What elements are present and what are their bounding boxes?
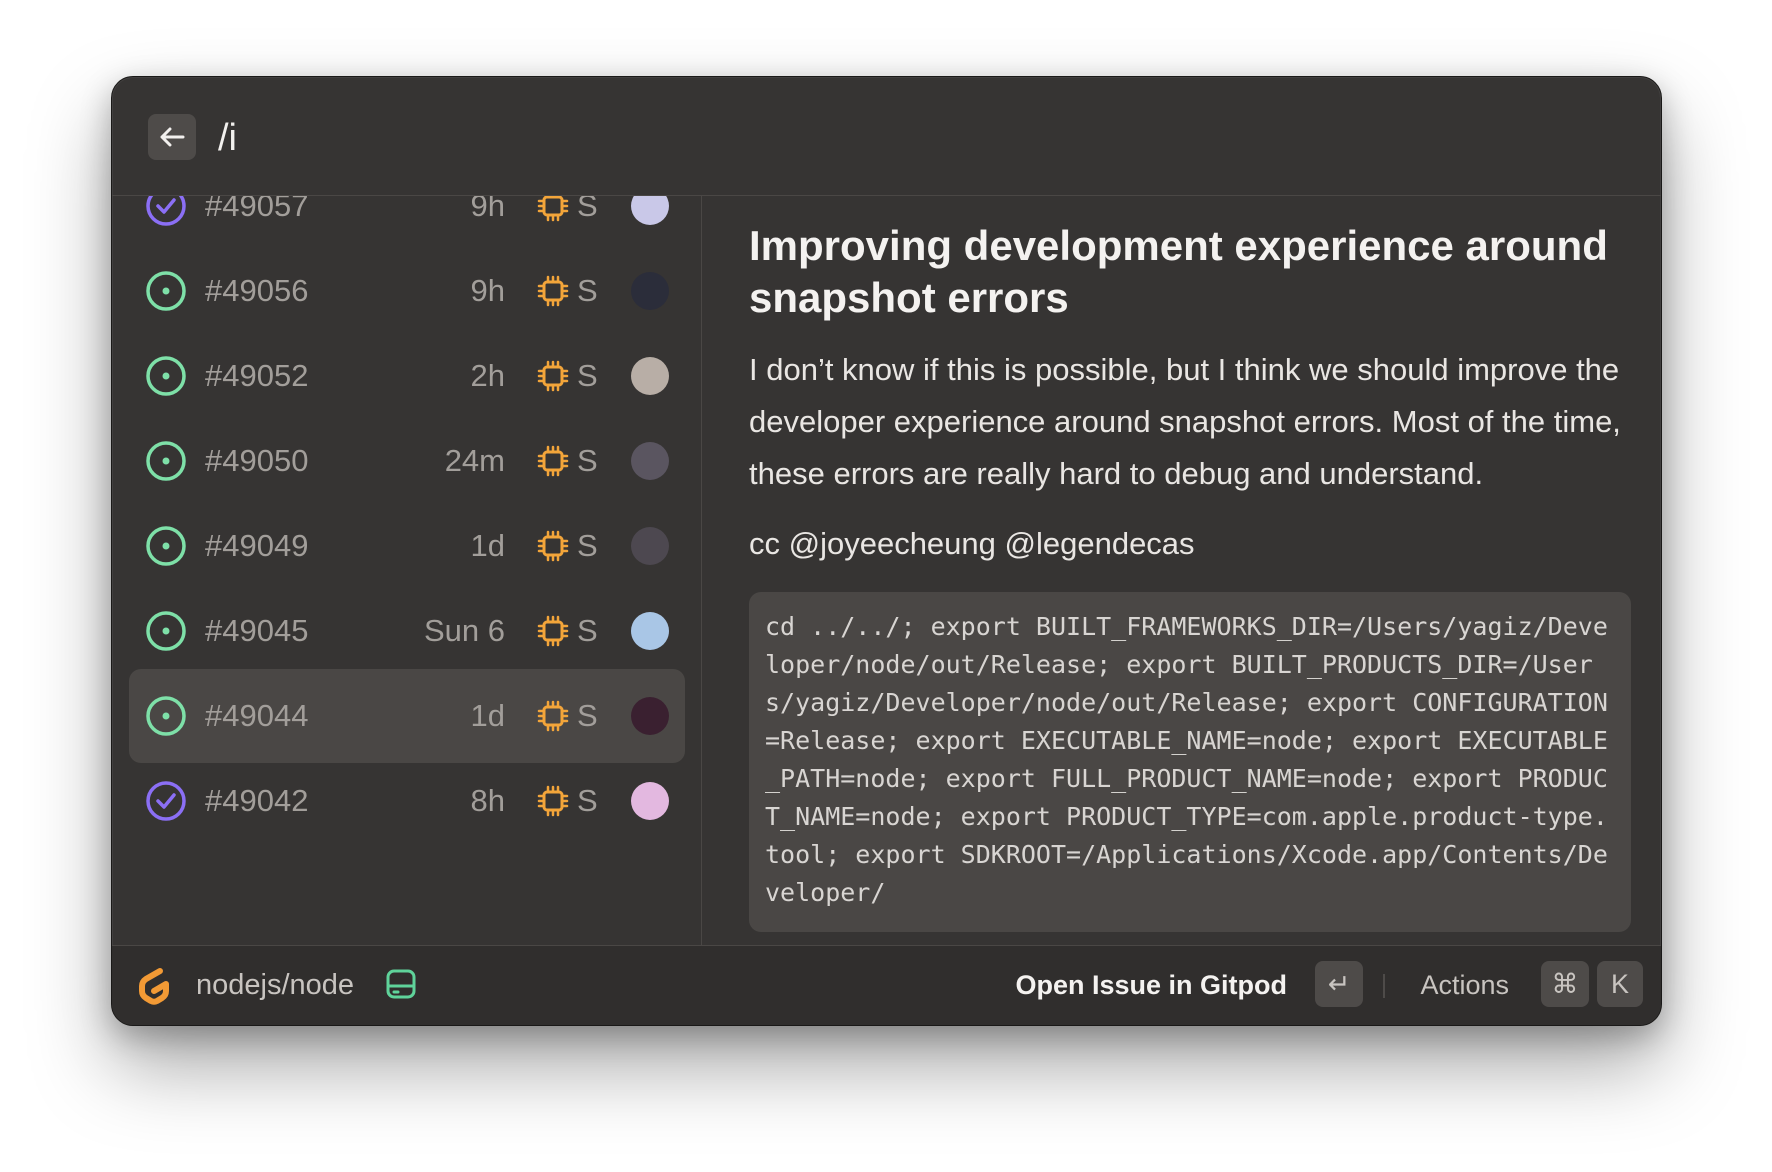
issue-open-icon [146,356,186,396]
issue-time: 1d [470,528,505,563]
issue-open-icon [146,441,186,481]
enter-key-hint: ↵ [1315,961,1363,1007]
issue-number: #49042 [205,783,309,818]
issue-open-icon [146,526,186,566]
search-bar [112,77,1661,196]
issue-row[interactable]: #49052 2h S [129,329,685,423]
issue-number: #49052 [205,358,309,393]
issue-number: #49045 [205,613,309,648]
cpu-chip-icon [537,785,569,817]
issue-number: #49049 [205,528,309,563]
issue-row[interactable]: #49042 8h S [129,754,685,848]
issue-size: S [577,698,598,733]
issue-title: Improving development experience around … [749,222,1608,321]
cpu-chip-icon [537,445,569,477]
avatar [631,697,669,735]
issue-row[interactable]: #49050 24m S [129,414,685,508]
cpu-chip-icon [537,530,569,562]
footer-divider [1383,974,1385,998]
issue-cc: cc @joyeecheung @legendecas [749,526,1195,561]
issue-time: 8h [470,783,505,818]
issue-open-icon [146,696,186,736]
issue-number: #49044 [205,698,309,733]
issue-row[interactable]: #49049 1d S [129,499,685,593]
cpu-chip-icon [537,615,569,647]
issue-time: 2h [470,358,505,393]
search-input[interactable] [216,107,1020,169]
avatar [631,196,669,225]
repo-drive-icon [386,969,416,999]
issue-time: 1d [470,698,505,733]
issue-number: #49057 [205,196,309,223]
avatar [631,527,669,565]
issue-size: S [577,528,598,563]
issue-number: #49056 [205,273,309,308]
k-key-hint: K [1597,961,1643,1007]
repo-name: nodejs/node [196,969,355,1001]
issue-time: 9h [470,273,505,308]
open-in-gitpod-button[interactable]: Open Issue in Gitpod [1015,966,1287,1004]
issue-size: S [577,196,598,223]
issue-open-icon [146,611,186,651]
issue-list: #49057 9h S #49056 9h S #49052 2h S #490… [112,196,702,946]
issue-closed-icon [146,781,186,821]
issue-row[interactable]: #49044 1d S [129,669,685,763]
avatar [631,782,669,820]
issue-time: Sun 6 [423,613,505,648]
issue-size: S [577,613,598,648]
back-button[interactable] [148,114,196,160]
issue-size: S [577,273,598,308]
action-bar: nodejs/node Open Issue in Gitpod ↵ Actio… [112,945,1661,1025]
command-key-hint: ⌘ [1541,961,1589,1007]
issue-number: #49050 [205,443,309,478]
issue-row[interactable]: #49056 9h S [129,244,685,338]
issue-size: S [577,443,598,478]
issue-closed-icon [146,196,186,226]
issue-time: 24m [444,443,505,478]
cpu-chip-icon [537,700,569,732]
avatar [631,357,669,395]
avatar [631,272,669,310]
gitpod-logo [139,968,169,1005]
issue-time: 9h [470,196,505,223]
cpu-chip-icon [537,275,569,307]
issue-size: S [577,358,598,393]
issue-detail: Improving development experience around … [734,196,1631,946]
cpu-chip-icon [537,196,569,222]
actions-button[interactable]: Actions [1420,966,1509,1004]
cpu-chip-icon [537,360,569,392]
avatar [631,612,669,650]
issue-body: I don’t know if this is possible, but I … [749,352,1621,491]
issue-open-icon [146,271,186,311]
command-window: #49057 9h S #49056 9h S #49052 2h [111,76,1662,1026]
issue-row[interactable]: #49045 Sun 6 S [129,584,685,678]
avatar [631,442,669,480]
arrow-left-icon [160,127,185,147]
issue-size: S [577,783,598,818]
code-block: cd ../../; export BUILT_FRAMEWORKS_DIR=/… [749,592,1631,932]
